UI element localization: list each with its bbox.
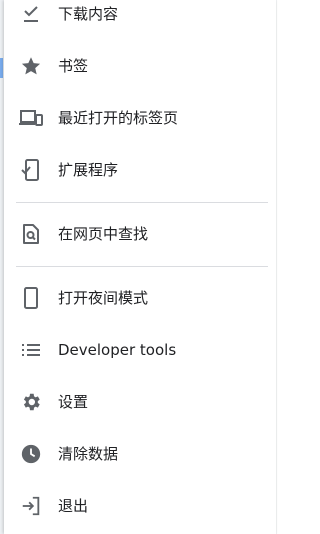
download-check-icon — [18, 1, 44, 27]
menu-item-downloads[interactable]: 下载内容 — [4, 0, 276, 36]
overflow-menu: 下载内容 书签 最近打开的标签页 扩展程序 在网页中查找 打开夜间模式 Deve… — [4, 0, 276, 534]
devices-icon — [18, 105, 44, 131]
gear-icon — [18, 389, 44, 415]
phone-icon — [18, 285, 44, 311]
menu-item-clear-data[interactable]: 清除数据 — [4, 432, 276, 476]
menu-item-exit[interactable]: 退出 — [4, 484, 276, 528]
find-in-page-icon — [18, 221, 44, 247]
background-accent — [0, 58, 3, 78]
menu-item-bookmarks[interactable]: 书签 — [4, 44, 276, 88]
menu-item-label: Developer tools — [58, 341, 177, 359]
menu-item-label: 设置 — [58, 393, 89, 411]
menu-item-label: 清除数据 — [58, 445, 119, 463]
menu-item-label: 最近打开的标签页 — [58, 109, 179, 127]
menu-divider — [16, 266, 268, 267]
menu-item-settings[interactable]: 设置 — [4, 380, 276, 424]
menu-item-find-in-page[interactable]: 在网页中查找 — [4, 212, 276, 256]
page: 下载内容 书签 最近打开的标签页 扩展程序 在网页中查找 打开夜间模式 Deve… — [0, 0, 277, 534]
clock-icon — [18, 441, 44, 467]
menu-item-label: 扩展程序 — [58, 161, 119, 179]
menu-item-label: 退出 — [58, 497, 89, 515]
menu-item-recent-tabs[interactable]: 最近打开的标签页 — [4, 96, 276, 140]
star-icon — [18, 53, 44, 79]
menu-item-label: 在网页中查找 — [58, 225, 149, 243]
menu-item-developer-tools[interactable]: Developer tools — [4, 328, 276, 372]
menu-divider — [16, 202, 268, 203]
menu-item-label: 下载内容 — [58, 5, 119, 23]
menu-item-label: 打开夜间模式 — [58, 289, 149, 307]
menu-item-extensions[interactable]: 扩展程序 — [4, 148, 276, 192]
menu-item-label: 书签 — [58, 57, 89, 75]
exit-icon — [18, 493, 44, 519]
menu-item-night-mode[interactable]: 打开夜间模式 — [4, 276, 276, 320]
extension-icon — [18, 157, 44, 183]
list-icon — [18, 337, 44, 363]
